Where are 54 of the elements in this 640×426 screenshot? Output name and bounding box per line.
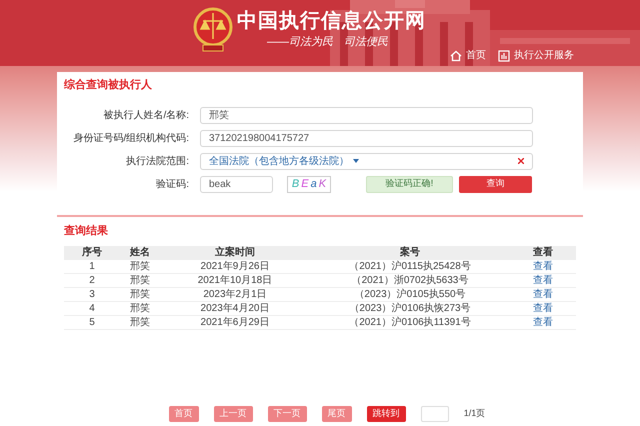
column-header: 案号: [399, 246, 421, 260]
field-label: 执行法院范围:: [125, 154, 189, 168]
field-label: 身份证号码/组织机构代码:: [72, 132, 189, 146]
view-link[interactable]: 查看: [510, 274, 576, 286]
clear-icon[interactable]: [518, 158, 524, 164]
table-cell-text: 2023年4月20日: [200, 302, 270, 314]
home-icon: [450, 50, 462, 62]
column-header: 姓名: [128, 246, 151, 260]
table-cell-text: （2023）沪0105执550号: [353, 288, 467, 300]
page-info: 1/1页: [464, 407, 486, 420]
table-cell-text: 邢笑: [129, 302, 151, 314]
input-field[interactable]: 371202198004175727: [200, 130, 533, 146]
table-cell-text: 2023年2月1日: [202, 288, 268, 300]
column-header: 序号: [81, 246, 103, 260]
table-cell-text: 4: [88, 302, 96, 314]
table-cell-text: 3: [88, 288, 96, 300]
dropdown-icon: [353, 159, 359, 163]
panel-title: 查询结果: [64, 224, 109, 239]
table-cell-text: 邢笑: [129, 260, 151, 272]
nav-link[interactable]: 首页: [450, 48, 486, 63]
table-cell-text: 2021年6月29日: [200, 316, 270, 328]
field-label: 验证码:: [155, 178, 189, 192]
table-cell-text: 邢笑: [129, 316, 151, 328]
query-button[interactable]: 查询: [459, 176, 532, 192]
captcha-field[interactable]: beak: [200, 176, 273, 192]
chart-icon: [498, 50, 510, 62]
column-header: 立案时间: [214, 246, 256, 260]
table-cell-text: （2021）浙0702执5633号: [350, 274, 470, 286]
view-link[interactable]: 查看: [510, 302, 576, 314]
emblem-icon: [193, 5, 233, 53]
table-cell-text: 1: [88, 260, 96, 272]
table-cell-text: （2021）沪0106执11391号: [348, 316, 472, 328]
view-link[interactable]: 查看: [510, 316, 576, 328]
view-link[interactable]: 查看: [510, 288, 576, 300]
table-cell-text: 邢笑: [129, 274, 151, 286]
page-input[interactable]: [420, 406, 449, 422]
captcha-status: 验证码正确!: [366, 176, 453, 192]
slogan: ——司法为民 司法便民: [267, 35, 389, 50]
column-header: 查看: [532, 246, 554, 260]
pagination-button[interactable]: 跳转到: [366, 406, 406, 422]
table-cell-text: （2023）沪0106执恢273号: [348, 302, 472, 314]
court-select[interactable]: 全国法院（包含地方各级法院）: [200, 152, 533, 170]
table-cell-text: 5: [88, 316, 96, 328]
table-cell-text: 2021年9月26日: [200, 260, 270, 272]
site-title: 中国执行信息公开网: [237, 9, 426, 34]
table-cell-text: 邢笑: [129, 288, 151, 300]
table-cell-text: 2021年10月18日: [196, 274, 274, 286]
field-label: 被执行人姓名/名称:: [102, 108, 189, 122]
captcha-image: B E a K: [287, 176, 331, 192]
table-cell-text: 2: [88, 274, 96, 286]
panel-title: 综合查询被执行人: [64, 78, 153, 93]
input-field[interactable]: 邢笑: [200, 106, 533, 124]
view-link[interactable]: 查看: [510, 260, 576, 272]
table-cell-text: （2021）沪0115执25428号: [348, 260, 472, 272]
